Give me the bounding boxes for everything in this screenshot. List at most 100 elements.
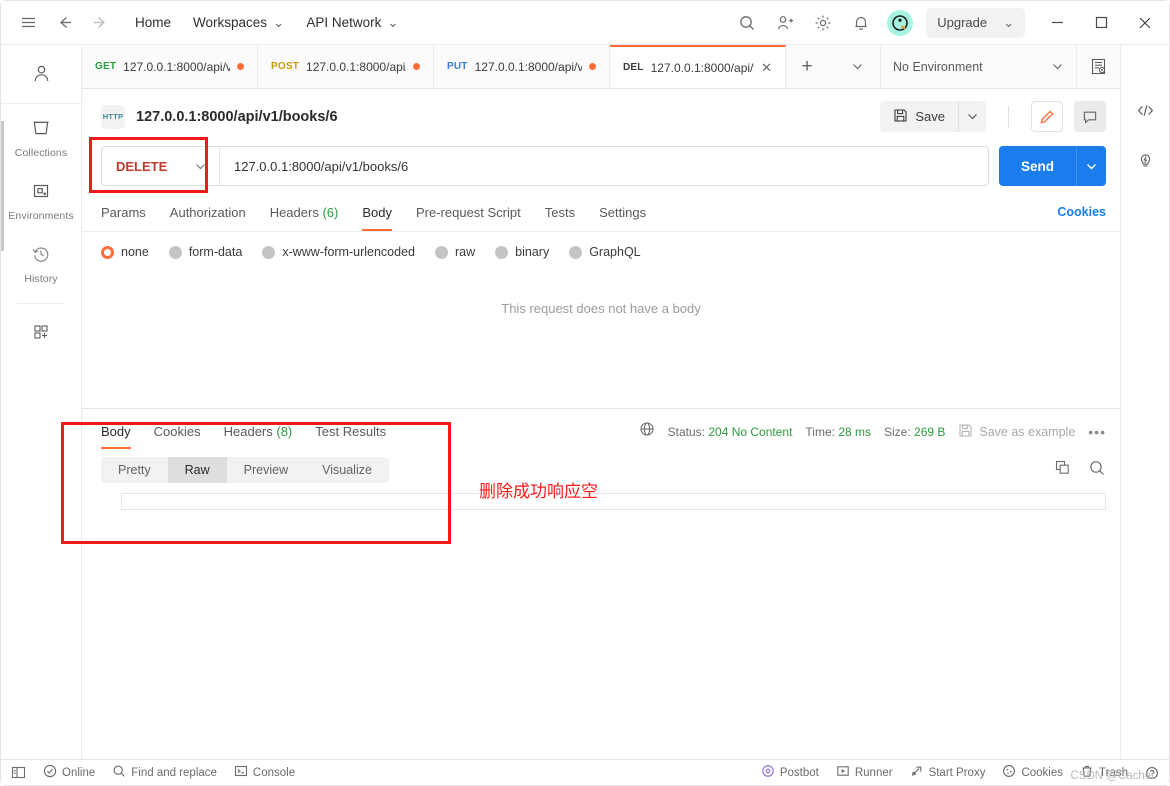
runner-button[interactable]: Runner	[836, 764, 893, 781]
workspaces-menu[interactable]: Workspaces ⌄	[193, 15, 284, 31]
search-icon[interactable]	[1088, 459, 1106, 482]
response-pane: Body Cookies Headers (8) Test Results St…	[82, 408, 1120, 759]
body-type-graphql[interactable]: GraphQL	[569, 245, 641, 259]
scrollbar[interactable]	[1, 121, 4, 251]
radio-icon	[435, 245, 448, 259]
response-more-icon[interactable]: •••	[1088, 424, 1106, 440]
send-button[interactable]: Send	[998, 146, 1076, 186]
runner-label: Runner	[854, 766, 893, 779]
sidebar-item-apps[interactable]	[1, 308, 81, 355]
save-as-example-button[interactable]: Save as example	[958, 423, 1075, 441]
copy-icon[interactable]	[1054, 459, 1071, 481]
pencil-icon[interactable]	[1031, 101, 1063, 132]
response-format-row: Pretty Raw Preview Visualize	[82, 449, 1120, 483]
request-tab-delete[interactable]: DEL 127.0.0.1:8000/api/v1/ ✕	[610, 45, 786, 88]
format-visualize[interactable]: Visualize	[305, 457, 389, 483]
response-tab-headers-count: (8)	[276, 423, 293, 439]
response-tab-cookies[interactable]: Cookies	[154, 422, 201, 449]
body-type-urlencoded[interactable]: x-www-form-urlencoded	[262, 245, 415, 259]
find-and-replace-label: Find and replace	[131, 766, 217, 779]
maximize-button[interactable]	[1081, 2, 1121, 44]
arrow-left-icon[interactable]	[47, 6, 81, 40]
tab-params[interactable]: Params	[101, 202, 146, 231]
unsaved-dot-icon	[237, 63, 244, 70]
unsaved-dot-icon	[589, 63, 596, 70]
save-button[interactable]: Save	[880, 101, 958, 132]
tab-body[interactable]: Body	[362, 202, 392, 231]
response-tab-headers-label: Headers	[223, 423, 273, 439]
size-badge: Size: 269 B	[884, 425, 945, 439]
search-icon[interactable]	[730, 6, 764, 40]
new-tab-button[interactable]: +	[786, 45, 828, 88]
tab-headers[interactable]: Headers (6)	[270, 202, 339, 231]
floppy-disk-icon	[958, 423, 973, 441]
status-value: 204 No Content	[708, 424, 793, 439]
environment-selector[interactable]: No Environment	[880, 45, 1076, 88]
sidebar-item-label: Environments	[8, 210, 74, 222]
history-icon	[31, 244, 51, 269]
tab-settings[interactable]: Settings	[599, 202, 646, 231]
request-tab-get[interactable]: GET 127.0.0.1:8000/api/v1/b	[82, 45, 258, 88]
gear-icon[interactable]	[806, 6, 840, 40]
code-icon[interactable]	[1136, 101, 1155, 125]
upgrade-button[interactable]: Upgrade ⌄	[926, 7, 1025, 38]
environment-quick-look-icon[interactable]	[1076, 45, 1120, 88]
url-row: DELETE Send	[82, 142, 1120, 186]
lightbulb-icon[interactable]	[1136, 151, 1155, 175]
tab-pre-request-script[interactable]: Pre-request Script	[416, 202, 521, 231]
response-tab-body[interactable]: Body	[101, 422, 131, 449]
tabs-overflow-button[interactable]	[834, 45, 880, 88]
console-button[interactable]: Console	[234, 764, 295, 781]
save-options-button[interactable]	[958, 101, 986, 132]
send-options-button[interactable]	[1076, 146, 1106, 186]
postman-window: Home Workspaces ⌄ API Network ⌄ Upgrade …	[0, 0, 1170, 786]
arrow-right-icon[interactable]	[83, 6, 117, 40]
close-icon[interactable]: ✕	[761, 61, 772, 74]
body-type-raw[interactable]: raw	[435, 245, 475, 259]
url-input[interactable]	[220, 158, 988, 174]
sidebar-item-history[interactable]: History	[1, 230, 81, 293]
body-type-form-data[interactable]: form-data	[168, 245, 242, 259]
hamburger-icon[interactable]	[11, 6, 45, 40]
online-status[interactable]: Online	[43, 764, 95, 781]
minimize-button[interactable]	[1037, 2, 1077, 44]
sidebar-item-collections[interactable]: Collections	[1, 104, 81, 167]
format-pretty[interactable]: Pretty	[101, 457, 168, 483]
sidebar-divider	[17, 303, 65, 304]
user-avatar[interactable]	[887, 9, 914, 36]
api-network-menu[interactable]: API Network ⌄	[306, 15, 398, 31]
response-body-text[interactable]	[121, 493, 1106, 510]
globe-icon	[639, 421, 655, 442]
cookies-link[interactable]: Cookies	[1057, 205, 1106, 228]
sidebar-toggle-icon[interactable]	[11, 765, 26, 780]
body-type-binary[interactable]: binary	[495, 245, 549, 259]
cookies-button[interactable]: Cookies	[1002, 764, 1063, 781]
divider	[1008, 105, 1009, 128]
format-preview[interactable]: Preview	[227, 457, 305, 483]
request-tab-post[interactable]: POST 127.0.0.1:8000/api/v1/	[258, 45, 434, 88]
postbot-button[interactable]: Postbot	[761, 764, 819, 781]
comment-icon[interactable]	[1074, 101, 1106, 132]
request-tab-put[interactable]: PUT 127.0.0.1:8000/api/v1/b	[434, 45, 610, 88]
tab-tests[interactable]: Tests	[545, 202, 575, 231]
close-button[interactable]	[1125, 2, 1165, 44]
postbot-label: Postbot	[779, 766, 819, 779]
format-raw[interactable]: Raw	[167, 457, 227, 483]
sidebar-profile[interactable]	[1, 55, 81, 104]
tab-authorization[interactable]: Authorization	[170, 202, 246, 231]
request-tabs: Params Authorization Headers (6) Body Pr…	[82, 192, 1120, 232]
http-method-selector[interactable]: DELETE	[102, 147, 220, 185]
start-proxy-button[interactable]: Start Proxy	[910, 764, 985, 781]
sidebar-item-environments[interactable]: Environments	[1, 167, 81, 230]
tab-name: 127.0.0.1:8000/api/v1/b	[474, 59, 582, 74]
save-as-example-label: Save as example	[979, 424, 1076, 439]
size-label: Size:	[884, 424, 911, 439]
response-tab-headers[interactable]: Headers (8)	[224, 422, 293, 449]
invite-user-icon[interactable]	[768, 6, 802, 40]
watermark: CSDN @Cacher	[1070, 770, 1155, 782]
find-and-replace-button[interactable]: Find and replace	[112, 764, 217, 781]
response-tab-test-results[interactable]: Test Results	[315, 422, 386, 449]
home-link[interactable]: Home	[135, 15, 171, 30]
body-type-none[interactable]: none	[101, 245, 149, 259]
bell-icon[interactable]	[844, 6, 878, 40]
